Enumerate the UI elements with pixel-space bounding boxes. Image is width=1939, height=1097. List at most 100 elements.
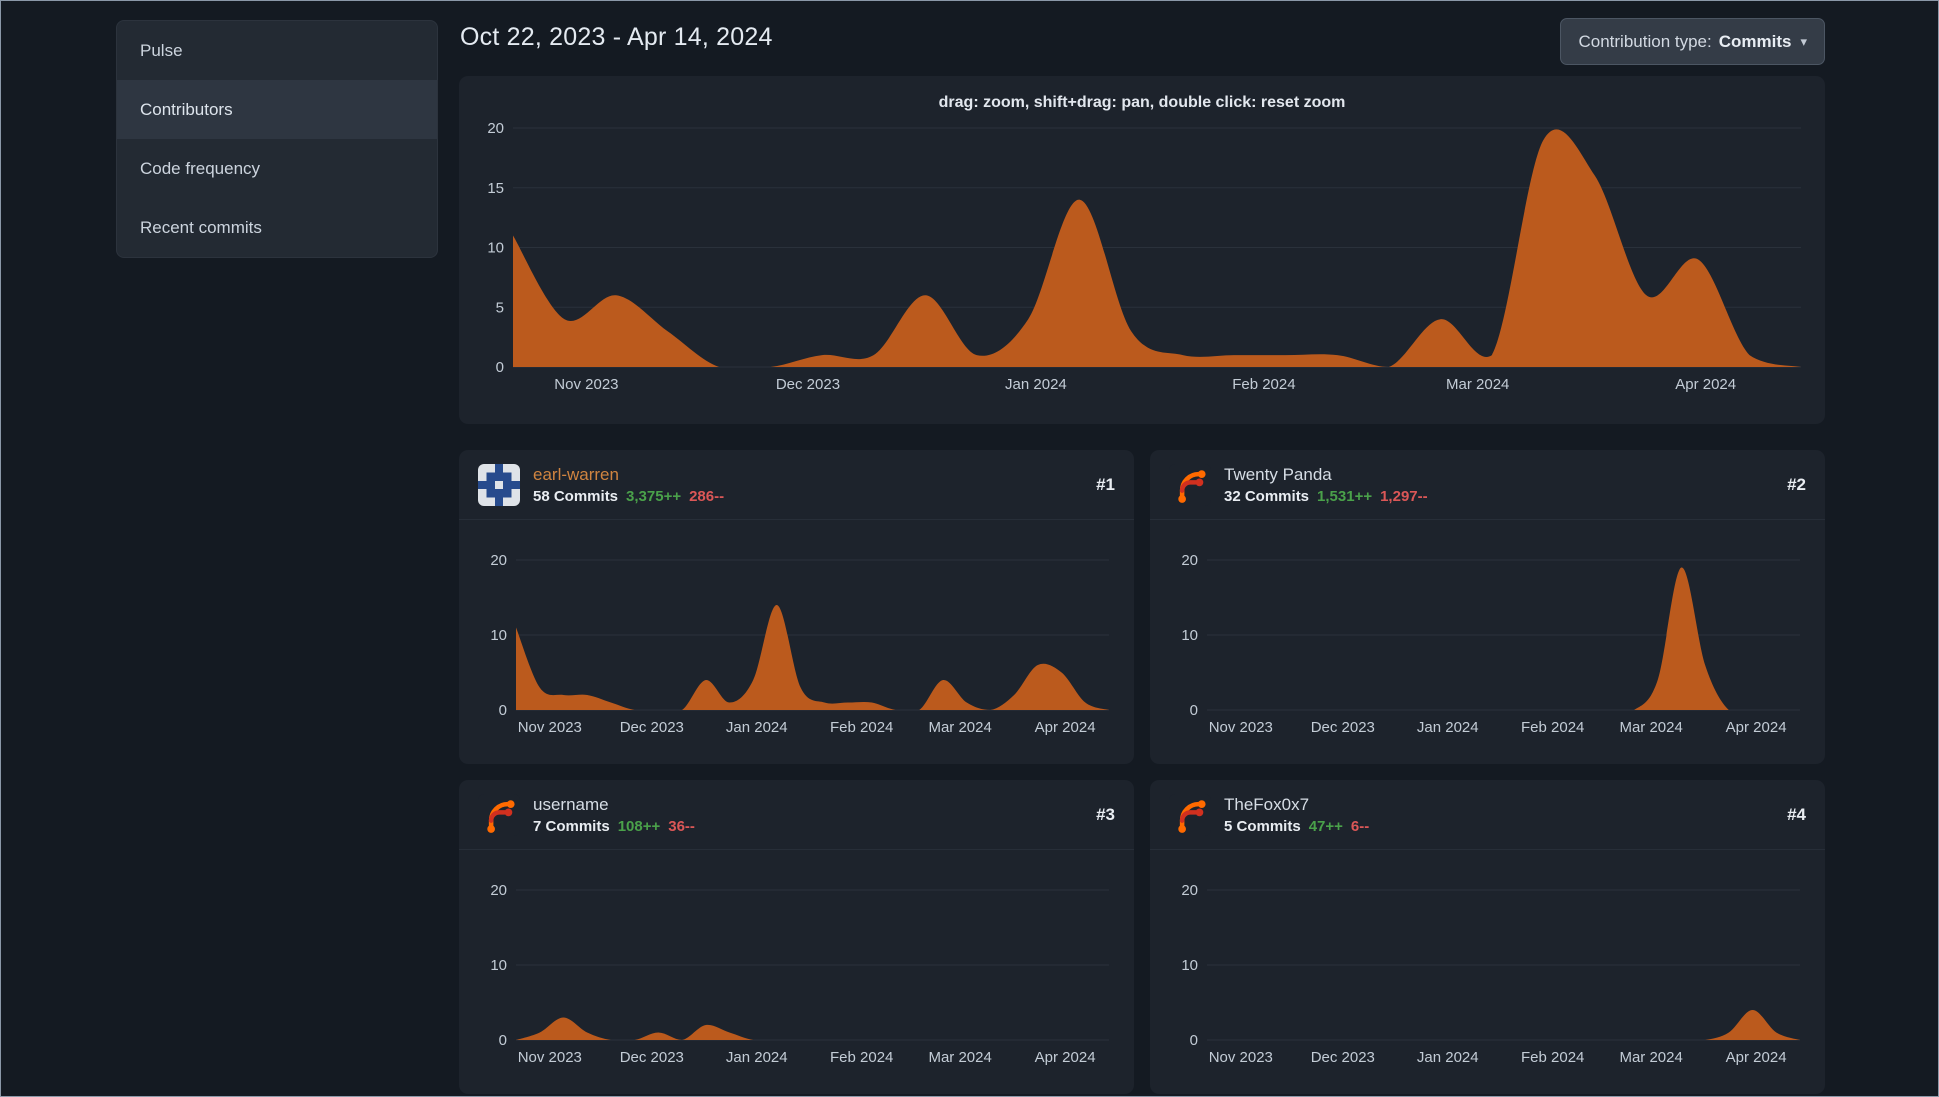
contributor-stats: 58 Commits 3,375++ 286-- [533,488,724,505]
date-range-title: Oct 22, 2023 - Apr 14, 2024 [460,23,773,51]
additions-count: 47++ [1308,817,1343,835]
contribution-type-value: Commits [1718,31,1792,51]
y-axis-tick-label: 0 [1190,702,1198,719]
forgejo-logo-avatar [1169,464,1211,506]
deletions-count: 6-- [1350,817,1370,835]
y-axis-tick-label: 20 [490,552,507,569]
x-axis-tick-label: Jan 2024 [1417,1049,1479,1066]
contributor-commits-chart[interactable]: 0 10 20 Nov 2023 Dec 2023 Jan 2024 Feb 2024 Mar… [459,850,1134,1094]
contribution-type-label: Contribution type: [1578,31,1712,51]
contributor-rank: #4 [1787,804,1806,824]
deletions-count: 286-- [689,487,725,505]
forgejo-logo-avatar [478,794,520,836]
y-axis-tick-label: 20 [490,882,507,899]
x-axis-tick-label: Apr 2024 [1035,719,1096,736]
y-axis-tick-label: 5 [496,299,504,316]
contributor-stats: 5 Commits 47++ 6-- [1224,818,1369,835]
overall-commits-panel: drag: zoom, shift+drag: pan, double clic… [459,76,1825,424]
y-axis-tick-label: 10 [490,957,507,974]
x-axis-tick-label: Dec 2023 [620,1049,684,1066]
commit-count: 7 Commits [533,817,610,835]
contributor-name-link[interactable]: earl-warren [533,465,724,485]
contribution-type-dropdown[interactable]: Contribution type: Commits ▾ [1560,18,1825,65]
x-axis-tick-label: Apr 2024 [1726,719,1787,736]
contributor-stats: 7 Commits 108++ 36-- [533,818,695,835]
content-header: Oct 22, 2023 - Apr 14, 2024 Contribution… [459,1,1825,76]
contributor-identity: earl-warren 58 Commits 3,375++ 286-- [533,465,724,505]
x-axis-tick-label: Dec 2023 [776,376,840,393]
x-axis-tick-label: Jan 2024 [726,1049,788,1066]
x-axis-tick-label: Feb 2024 [1232,376,1295,393]
chart-zoom-hint: drag: zoom, shift+drag: pan, double clic… [938,94,1346,111]
overall-commits-area-chart[interactable]: 0 5 10 15 20 Nov 2023 Dec 2023 Jan 2024 Feb 2024… [459,112,1825,424]
sidebar-item-code-frequency[interactable]: Code frequency [117,139,437,198]
x-axis-tick-label: Mar 2024 [928,719,991,736]
sidebar-item-contributors[interactable]: Contributors [117,80,437,139]
x-axis-tick-label: Apr 2024 [1675,376,1736,393]
deletions-count: 1,297-- [1380,487,1428,505]
commits-area-series [513,129,1801,367]
contributor-card: Twenty Panda 32 Commits 1,531++ 1,297-- … [1150,450,1825,764]
deletions-count: 36-- [668,817,695,835]
x-axis-tick-label: Mar 2024 [1619,1049,1682,1066]
contributor-commits-chart[interactable]: 0 10 20 Nov 2023 Dec 2023 Jan 2024 Feb 2024 Mar… [1150,520,1825,764]
x-axis-tick-label: Apr 2024 [1035,1049,1096,1066]
x-axis-tick-label: Feb 2024 [830,719,893,736]
x-axis-tick-label: Feb 2024 [1521,1049,1584,1066]
x-axis-tick-label: Dec 2023 [1311,1049,1375,1066]
additions-count: 108++ [617,817,661,835]
y-axis-tick-label: 10 [1181,957,1198,974]
contributor-card: TheFox0x7 5 Commits 47++ 6-- #4 0 10 20 Nov… [1150,780,1825,1094]
contributor-identity: username 7 Commits 108++ 36-- [533,795,695,835]
x-axis-tick-label: Mar 2024 [1446,376,1509,393]
contributor-card: username 7 Commits 108++ 36-- #3 0 10 20 No… [459,780,1134,1094]
contributor-stats: 32 Commits 1,531++ 1,297-- [1224,488,1428,505]
commits-area-series [516,604,1109,710]
commits-area-series [1207,567,1800,710]
y-axis-tick-label: 10 [1181,627,1198,644]
contributor-rank: #3 [1096,804,1115,824]
additions-count: 3,375++ [626,487,682,505]
contributor-cards-grid: earl-warren 58 Commits 3,375++ 286-- #1 … [459,450,1825,1094]
contributor-commits-chart[interactable]: 0 10 20 Nov 2023 Dec 2023 Jan 2024 Feb 2024 Mar… [459,520,1134,764]
sidebar-item-recent-commits[interactable]: Recent commits [117,198,437,257]
contributor-name: TheFox0x7 [1224,794,1310,814]
commits-area-series [1207,1010,1800,1040]
contributor-name: username [533,794,609,814]
y-axis-tick-label: 10 [490,627,507,644]
x-axis-tick-label: Jan 2024 [726,719,788,736]
additions-count: 1,531++ [1317,487,1373,505]
contributor-card-header: earl-warren 58 Commits 3,375++ 286-- #1 [459,450,1134,520]
contributor-commits-chart[interactable]: 0 10 20 Nov 2023 Dec 2023 Jan 2024 Feb 2024 Mar… [1150,850,1825,1094]
y-axis-tick-label: 20 [1181,882,1198,899]
x-axis-tick-label: Dec 2023 [620,719,684,736]
commit-count: 5 Commits [1224,817,1301,835]
y-axis-tick-label: 10 [487,240,504,257]
x-axis-tick-label: Feb 2024 [830,1049,893,1066]
contributor-card: earl-warren 58 Commits 3,375++ 286-- #1 … [459,450,1134,764]
sidebar-item-pulse[interactable]: Pulse [117,21,437,80]
contributor-card-header: username 7 Commits 108++ 36-- #3 [459,780,1134,850]
contributors-content: Oct 22, 2023 - Apr 14, 2024 Contribution… [459,1,1825,1094]
contributor-rank: #2 [1787,474,1806,494]
x-axis-tick-label: Nov 2023 [518,719,582,736]
x-axis-tick-label: Dec 2023 [1311,719,1375,736]
x-axis-tick-label: Mar 2024 [928,1049,991,1066]
y-axis-tick-label: 0 [1190,1032,1198,1049]
contributor-card-header: TheFox0x7 5 Commits 47++ 6-- #4 [1150,780,1825,850]
commits-area-series [516,1017,1109,1040]
contributor-identity: Twenty Panda 32 Commits 1,531++ 1,297-- [1224,465,1428,505]
repo-activity-contributors-page: Pulse Contributors Code frequency Recent… [0,0,1939,1097]
commit-count: 58 Commits [533,487,619,505]
chevron-down-icon: ▾ [1800,33,1807,49]
x-axis-tick-label: Jan 2024 [1417,719,1479,736]
y-axis-tick-label: 0 [499,702,507,719]
contributor-identity: TheFox0x7 5 Commits 47++ 6-- [1224,795,1369,835]
y-axis-tick-label: 0 [499,1032,507,1049]
x-axis-tick-label: Jan 2024 [1005,376,1067,393]
contributor-card-header: Twenty Panda 32 Commits 1,531++ 1,297-- … [1150,450,1825,520]
x-axis-tick-label: Apr 2024 [1726,1049,1787,1066]
y-axis-tick-label: 15 [487,180,504,197]
y-axis-tick-label: 20 [487,120,504,137]
x-axis-tick-label: Feb 2024 [1521,719,1584,736]
